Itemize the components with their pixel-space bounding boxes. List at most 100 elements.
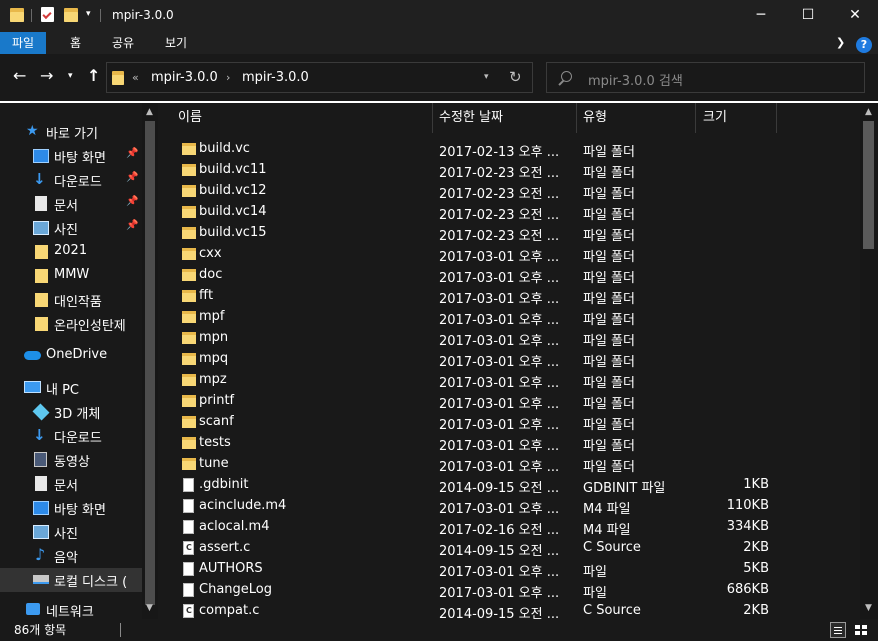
nav-quick-access[interactable]: ★ 바로 가기 — [0, 120, 142, 144]
pin-icon[interactable]: 📌 — [126, 196, 138, 207]
breadcrumb-item[interactable]: mpir-3.0.0 — [242, 70, 309, 85]
nav-onedrive[interactable]: OneDrive — [0, 344, 142, 368]
table-row[interactable]: build.vc 2017-02-13 오후 ... 파일 폴더 — [160, 139, 860, 160]
file-name: build.vc12 — [199, 183, 267, 198]
file-name: mpz — [199, 372, 227, 387]
column-divider[interactable] — [776, 103, 777, 133]
table-row[interactable]: tune 2017-03-01 오후 ... 파일 폴더 — [160, 454, 860, 475]
minimize-button[interactable]: ─ — [738, 0, 784, 30]
nav-item-desktop[interactable]: 바탕 화면 📌 — [0, 144, 142, 168]
folder-icon — [182, 290, 196, 302]
nav-item-music[interactable]: ♪ 음악 — [0, 544, 142, 568]
pin-icon[interactable]: 📌 — [126, 148, 138, 159]
column-header-type[interactable]: 유형 — [583, 103, 607, 133]
properties-icon[interactable] — [41, 7, 54, 22]
recent-locations-icon[interactable]: ▾ — [68, 71, 73, 81]
scroll-down-icon[interactable]: ▼ — [146, 603, 153, 613]
customize-toolbar-icon[interactable]: ▾ — [86, 9, 91, 19]
nav-item-desktop[interactable]: 바탕 화면 — [0, 496, 142, 520]
details-view-icon[interactable] — [830, 622, 846, 638]
nav-item-downloads[interactable]: ↓ 다운로드 📌 — [0, 168, 142, 192]
nav-item-pictures[interactable]: 사진 📌 — [0, 216, 142, 240]
scroll-down-icon[interactable]: ▼ — [865, 603, 872, 613]
nav-folder[interactable]: 대인작품 — [0, 288, 142, 312]
nav-item-downloads[interactable]: ↓ 다운로드 — [0, 424, 142, 448]
back-arrow-icon[interactable]: ← — [13, 66, 26, 85]
column-divider[interactable] — [432, 103, 433, 133]
file-name: cxx — [199, 246, 222, 261]
table-row[interactable]: compat.c 2014-09-15 오전 ... C Source 2KB — [160, 601, 860, 619]
tiles-view-icon[interactable] — [853, 622, 869, 638]
nav-this-pc[interactable]: 내 PC — [0, 376, 142, 400]
table-row[interactable]: doc 2017-03-01 오후 ... 파일 폴더 — [160, 265, 860, 286]
table-row[interactable]: acinclude.m4 2017-03-01 오후 ... M4 파일 110KB — [160, 496, 860, 517]
table-row[interactable]: cxx 2017-03-01 오후 ... 파일 폴더 — [160, 244, 860, 265]
search-box[interactable]: mpir-3.0.0 검색 — [546, 62, 865, 93]
search-input[interactable]: mpir-3.0.0 검색 — [588, 70, 683, 89]
up-arrow-icon[interactable]: ↑ — [87, 66, 100, 85]
content-scrollbar[interactable]: ▲ ▼ — [860, 103, 878, 619]
nav-item-pictures[interactable]: 사진 — [0, 520, 142, 544]
drive-icon — [33, 575, 49, 584]
nav-folder[interactable]: 2021 — [0, 240, 142, 264]
folder-icon — [35, 269, 48, 283]
tab-file[interactable]: 파일 — [0, 32, 46, 54]
forward-arrow-icon[interactable]: → — [40, 66, 53, 85]
table-row[interactable]: mpn 2017-03-01 오후 ... 파일 폴더 — [160, 328, 860, 349]
table-row[interactable]: build.vc12 2017-02-23 오전 ... 파일 폴더 — [160, 181, 860, 202]
table-row[interactable]: mpq 2017-03-01 오후 ... 파일 폴더 — [160, 349, 860, 370]
table-row[interactable]: AUTHORS 2017-03-01 오후 ... 파일 5KB — [160, 559, 860, 580]
tab-home[interactable]: 홈 — [56, 32, 95, 54]
scroll-thumb[interactable] — [145, 121, 155, 605]
nav-folder[interactable]: 온라인성탄제 — [0, 312, 142, 336]
address-bar[interactable]: « mpir-3.0.0 › mpir-3.0.0 ▾ ↻ — [106, 62, 533, 93]
column-header-date[interactable]: 수정한 날짜 — [439, 103, 503, 133]
overflow-icon[interactable]: « — [132, 71, 139, 84]
new-folder-icon[interactable] — [64, 8, 78, 22]
file-date: 2014-09-15 오전 ... — [439, 607, 560, 619]
address-dropdown-icon[interactable]: ▾ — [484, 72, 489, 82]
table-row[interactable]: mpz 2017-03-01 오후 ... 파일 폴더 — [160, 370, 860, 391]
help-icon[interactable]: ? — [856, 37, 872, 53]
table-row[interactable]: ChangeLog 2017-03-01 오후 ... 파일 686KB — [160, 580, 860, 601]
table-row[interactable]: build.vc14 2017-02-23 오전 ... 파일 폴더 — [160, 202, 860, 223]
column-divider[interactable] — [695, 103, 696, 133]
scroll-thumb[interactable] — [863, 121, 874, 249]
nav-folder[interactable]: MMW — [0, 264, 142, 288]
nav-item-local-disk[interactable]: 로컬 디스크 ( — [0, 568, 142, 592]
table-row[interactable]: fft 2017-03-01 오후 ... 파일 폴더 — [160, 286, 860, 307]
nav-item-documents[interactable]: 문서 — [0, 472, 142, 496]
table-row[interactable]: scanf 2017-03-01 오후 ... 파일 폴더 — [160, 412, 860, 433]
tab-share[interactable]: 공유 — [98, 32, 148, 54]
breadcrumb-separator[interactable]: › — [226, 71, 230, 84]
ribbon-expand-icon[interactable]: ❯ — [836, 36, 845, 49]
nav-item-documents[interactable]: 문서 📌 — [0, 192, 142, 216]
column-header-size[interactable]: 크기 — [703, 103, 727, 133]
file-size: 2KB — [743, 603, 769, 618]
breadcrumb-item[interactable]: mpir-3.0.0 — [151, 70, 218, 85]
table-row[interactable]: printf 2017-03-01 오후 ... 파일 폴더 — [160, 391, 860, 412]
table-row[interactable]: tests 2017-03-01 오후 ... 파일 폴더 — [160, 433, 860, 454]
column-header-name[interactable]: 이름 — [178, 103, 202, 133]
table-row[interactable]: aclocal.m4 2017-02-16 오전 ... M4 파일 334KB — [160, 517, 860, 538]
scroll-up-icon[interactable]: ▲ — [865, 107, 872, 117]
pin-icon[interactable]: 📌 — [126, 172, 138, 183]
maximize-button[interactable]: ☐ — [785, 0, 831, 30]
table-row[interactable]: assert.c 2014-09-15 오전 ... C Source 2KB — [160, 538, 860, 559]
file-type: 파일 폴더 — [583, 334, 635, 349]
close-button[interactable]: ✕ — [832, 0, 878, 30]
pin-icon[interactable]: 📌 — [126, 220, 138, 231]
nav-item-videos[interactable]: 동영상 — [0, 448, 142, 472]
refresh-icon[interactable]: ↻ — [509, 68, 522, 86]
tab-view[interactable]: 보기 — [151, 32, 201, 54]
table-row[interactable]: mpf 2017-03-01 오후 ... 파일 폴더 — [160, 307, 860, 328]
table-row[interactable]: .gdbinit 2014-09-15 오전 ... GDBINIT 파일 1KB — [160, 475, 860, 496]
nav-item-3d-objects[interactable]: 3D 개체 — [0, 400, 142, 424]
nav-scrollbar[interactable]: ▲ ▼ — [142, 103, 158, 619]
table-row[interactable]: build.vc15 2017-02-23 오전 ... 파일 폴더 — [160, 223, 860, 244]
column-divider[interactable] — [576, 103, 577, 133]
table-row[interactable]: build.vc11 2017-02-23 오전 ... 파일 폴더 — [160, 160, 860, 181]
file-rows: build.vc 2017-02-13 오후 ... 파일 폴더 build.vc11… — [160, 139, 860, 619]
nav-network[interactable]: 네트워크 — [0, 598, 142, 619]
scroll-up-icon[interactable]: ▲ — [146, 107, 153, 117]
